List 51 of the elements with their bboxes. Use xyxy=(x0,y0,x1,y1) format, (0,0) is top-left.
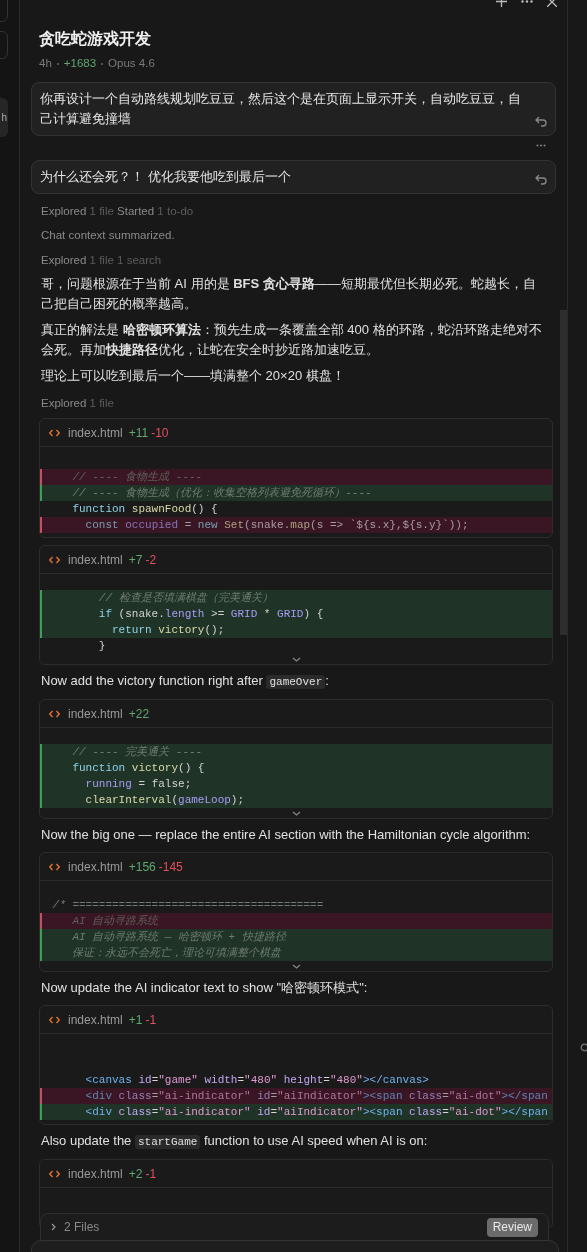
file-name[interactable]: index.html xyxy=(68,1164,123,1183)
diff-stats: +7 -2 xyxy=(128,551,157,569)
model-label: Opus 4.6 xyxy=(108,56,155,71)
status-line: Explored 1 file Started 1 to-do xyxy=(40,204,195,220)
diff-stats: +2 -1 xyxy=(128,1165,157,1183)
status-line: Explored 1 file 1 search xyxy=(40,253,163,269)
added-lines-count: +1683 xyxy=(63,56,97,71)
paragraph: Now update the AI indicator text to show "哈密顿环模式": xyxy=(40,979,369,998)
expand-chevron-icon[interactable] xyxy=(292,964,301,970)
file-name[interactable]: index.html xyxy=(68,550,123,569)
chevron-right-icon[interactable] xyxy=(51,1223,56,1231)
more-icon[interactable] xyxy=(536,144,546,148)
code-icon xyxy=(49,555,60,564)
diff-stats: +11 -10 xyxy=(128,424,169,442)
expand-chevron-icon[interactable] xyxy=(292,811,301,817)
files-label[interactable]: 2 Files xyxy=(64,1218,100,1236)
message-text: 你再设计一个自动路线规划吃豆豆，然后这个是在页面上显示开关，自动吃豆豆，自己计算避免撞墙 xyxy=(40,90,522,129)
code-icon xyxy=(49,709,60,718)
file-name[interactable]: index.html xyxy=(68,1010,123,1029)
file-name[interactable]: index.html xyxy=(68,704,123,723)
code-line: /* ====================================== xyxy=(51,898,325,914)
chat-title: 贪吃蛇游戏开发 xyxy=(38,29,152,50)
sidebar-item[interactable]: h xyxy=(0,98,8,137)
diff-stats: +22 xyxy=(128,705,150,723)
paragraph: Now add the victory function right after gameOver : xyxy=(40,672,330,692)
code-line: <canvas id="game" width="480" height="480"></canvas> xyxy=(84,1073,430,1089)
close-icon[interactable] xyxy=(547,0,557,7)
paragraph: 真正的解法是 哈密顿环算法：预先生成一条覆盖全部 400 格的环路，蛇沿环路走绝对不会死。再加快捷路径优化，让蛇在安全时抄近路加速吃豆。 xyxy=(40,321,543,360)
paragraph: 哥，问题根源在于当前 AI 用的是 BFS 贪心寻路——短期最优但长期必死。蛇越长，自己把自己困死的概率越高。 xyxy=(40,275,537,314)
diff-stats: +156 -145 xyxy=(128,858,183,876)
status-line: Explored 1 file xyxy=(40,396,115,412)
file-name[interactable]: index.html xyxy=(68,423,123,442)
review-button[interactable]: Review xyxy=(486,1217,538,1237)
paragraph: Also update the startGame function to use AI speed when AI is on: xyxy=(40,1132,429,1152)
status-note: Chat context summarized. xyxy=(40,228,176,244)
reply-icon[interactable] xyxy=(535,174,547,186)
paragraph: 理论上可以吃到最后一个——填满整个 20×20 棋盘！ xyxy=(40,367,346,386)
more-icon[interactable] xyxy=(521,0,533,3)
diff-stats: +1 -1 xyxy=(128,1011,157,1029)
reply-icon[interactable] xyxy=(535,116,547,128)
code-icon xyxy=(49,862,60,871)
code-icon xyxy=(49,428,60,437)
code-icon xyxy=(49,1015,60,1024)
age-label: 4h xyxy=(39,56,52,71)
file-name[interactable]: index.html xyxy=(68,857,123,876)
paragraph: Now the big one — replace the entire AI section with the Hamiltonian cycle algorithm: xyxy=(40,826,532,845)
message-text: 为什么还会死？！ 优化我要他吃到最后一个 xyxy=(40,168,292,187)
code-icon xyxy=(49,1169,60,1178)
expand-chevron-icon[interactable] xyxy=(292,657,301,663)
code-line: function spawnFood() { xyxy=(71,502,219,518)
code-line: } xyxy=(97,639,107,655)
